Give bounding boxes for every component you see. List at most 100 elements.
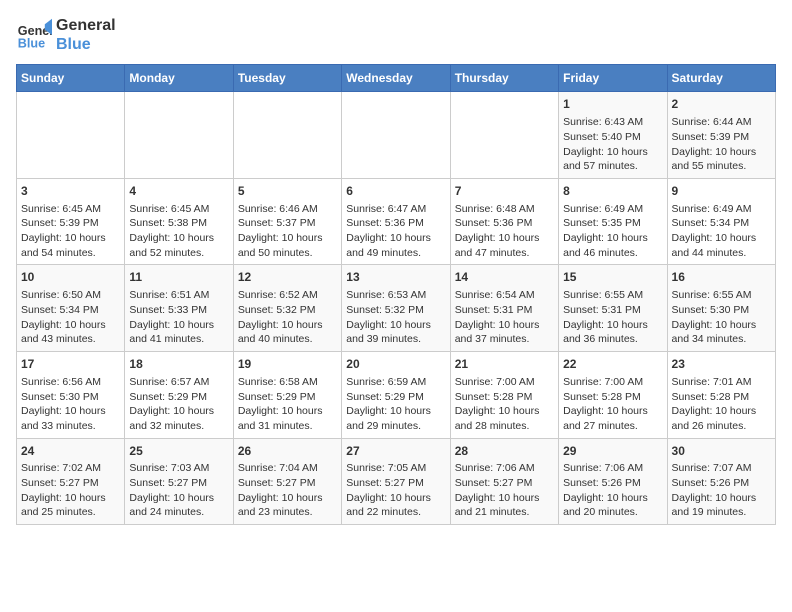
- day-info: Sunset: 5:27 PM: [129, 476, 228, 491]
- day-info: Sunrise: 6:49 AM: [672, 202, 771, 217]
- day-info: Daylight: 10 hours and 19 minutes.: [672, 491, 771, 520]
- day-info: Sunrise: 6:44 AM: [672, 115, 771, 130]
- day-number: 27: [346, 443, 445, 460]
- header-monday: Monday: [125, 65, 233, 92]
- day-info: Sunrise: 6:47 AM: [346, 202, 445, 217]
- day-info: Sunset: 5:27 PM: [238, 476, 337, 491]
- day-info: Sunrise: 7:07 AM: [672, 461, 771, 476]
- calendar-table: SundayMondayTuesdayWednesdayThursdayFrid…: [16, 64, 776, 525]
- day-info: Sunset: 5:34 PM: [672, 216, 771, 231]
- day-info: Sunrise: 6:58 AM: [238, 375, 337, 390]
- day-info: Sunset: 5:26 PM: [563, 476, 662, 491]
- day-info: Daylight: 10 hours and 55 minutes.: [672, 145, 771, 174]
- svg-text:Blue: Blue: [18, 37, 45, 51]
- week-row-3: 10Sunrise: 6:50 AMSunset: 5:34 PMDayligh…: [17, 265, 776, 352]
- day-info: Daylight: 10 hours and 49 minutes.: [346, 231, 445, 260]
- day-number: 5: [238, 183, 337, 200]
- week-row-2: 3Sunrise: 6:45 AMSunset: 5:39 PMDaylight…: [17, 178, 776, 265]
- day-number: 30: [672, 443, 771, 460]
- day-info: Daylight: 10 hours and 24 minutes.: [129, 491, 228, 520]
- day-info: Sunrise: 6:45 AM: [21, 202, 120, 217]
- day-info: Daylight: 10 hours and 27 minutes.: [563, 404, 662, 433]
- day-info: Daylight: 10 hours and 29 minutes.: [346, 404, 445, 433]
- day-info: Sunrise: 7:02 AM: [21, 461, 120, 476]
- day-info: Daylight: 10 hours and 32 minutes.: [129, 404, 228, 433]
- calendar-cell: 17Sunrise: 6:56 AMSunset: 5:30 PMDayligh…: [17, 352, 125, 439]
- day-info: Daylight: 10 hours and 37 minutes.: [455, 318, 554, 347]
- day-number: 21: [455, 356, 554, 373]
- day-info: Sunrise: 6:51 AM: [129, 288, 228, 303]
- day-info: Sunrise: 6:55 AM: [672, 288, 771, 303]
- day-number: 16: [672, 269, 771, 286]
- day-number: 14: [455, 269, 554, 286]
- logo-icon: General Blue: [16, 17, 52, 53]
- day-info: Daylight: 10 hours and 23 minutes.: [238, 491, 337, 520]
- day-info: Sunrise: 6:52 AM: [238, 288, 337, 303]
- day-number: 19: [238, 356, 337, 373]
- day-info: Daylight: 10 hours and 33 minutes.: [21, 404, 120, 433]
- day-info: Sunrise: 7:04 AM: [238, 461, 337, 476]
- day-number: 20: [346, 356, 445, 373]
- calendar-cell: 5Sunrise: 6:46 AMSunset: 5:37 PMDaylight…: [233, 178, 341, 265]
- calendar-cell: 2Sunrise: 6:44 AMSunset: 5:39 PMDaylight…: [667, 92, 775, 179]
- day-info: Sunset: 5:32 PM: [346, 303, 445, 318]
- calendar-body: 1Sunrise: 6:43 AMSunset: 5:40 PMDaylight…: [17, 92, 776, 525]
- week-row-1: 1Sunrise: 6:43 AMSunset: 5:40 PMDaylight…: [17, 92, 776, 179]
- calendar-cell: 20Sunrise: 6:59 AMSunset: 5:29 PMDayligh…: [342, 352, 450, 439]
- day-number: 9: [672, 183, 771, 200]
- calendar-cell: 22Sunrise: 7:00 AMSunset: 5:28 PMDayligh…: [559, 352, 667, 439]
- header-wednesday: Wednesday: [342, 65, 450, 92]
- day-number: 15: [563, 269, 662, 286]
- day-info: Daylight: 10 hours and 46 minutes.: [563, 231, 662, 260]
- day-info: Sunrise: 6:59 AM: [346, 375, 445, 390]
- calendar-cell: 24Sunrise: 7:02 AMSunset: 5:27 PMDayligh…: [17, 438, 125, 525]
- calendar-cell: 14 Sunrise: 6:54 AMSunset: 5:31 PMDayligh…: [450, 265, 558, 352]
- day-info: Sunrise: 7:00 AM: [563, 375, 662, 390]
- day-info: Daylight: 10 hours and 20 minutes.: [563, 491, 662, 520]
- calendar-cell: 6Sunrise: 6:47 AMSunset: 5:36 PMDaylight…: [342, 178, 450, 265]
- calendar-cell: 27Sunrise: 7:05 AMSunset: 5:27 PMDayligh…: [342, 438, 450, 525]
- day-info: Sunset: 5:26 PM: [672, 476, 771, 491]
- day-info: Daylight: 10 hours and 34 minutes.: [672, 318, 771, 347]
- day-info: Sunset: 5:27 PM: [21, 476, 120, 491]
- day-info: Daylight: 10 hours and 43 minutes.: [21, 318, 120, 347]
- day-info: Daylight: 10 hours and 36 minutes.: [563, 318, 662, 347]
- calendar-cell: 19Sunrise: 6:58 AMSunset: 5:29 PMDayligh…: [233, 352, 341, 439]
- calendar-cell: [342, 92, 450, 179]
- calendar-cell: [125, 92, 233, 179]
- day-info: Daylight: 10 hours and 21 minutes.: [455, 491, 554, 520]
- calendar-cell: 30Sunrise: 7:07 AMSunset: 5:26 PMDayligh…: [667, 438, 775, 525]
- header-thursday: Thursday: [450, 65, 558, 92]
- calendar-cell: 7Sunrise: 6:48 AMSunset: 5:36 PMDaylight…: [450, 178, 558, 265]
- day-info: Sunset: 5:29 PM: [238, 390, 337, 405]
- day-info: Daylight: 10 hours and 22 minutes.: [346, 491, 445, 520]
- day-info: Sunrise: 6:54 AM: [455, 288, 554, 303]
- header-friday: Friday: [559, 65, 667, 92]
- day-info: Daylight: 10 hours and 39 minutes.: [346, 318, 445, 347]
- day-info: Sunset: 5:36 PM: [346, 216, 445, 231]
- day-info: Sunset: 5:35 PM: [563, 216, 662, 231]
- day-info: Sunrise: 6:49 AM: [563, 202, 662, 217]
- day-info: Sunset: 5:30 PM: [21, 390, 120, 405]
- calendar-cell: [450, 92, 558, 179]
- day-number: 8: [563, 183, 662, 200]
- day-info: Sunrise: 7:01 AM: [672, 375, 771, 390]
- day-number: 1: [563, 96, 662, 113]
- day-number: 24: [21, 443, 120, 460]
- day-number: 4: [129, 183, 228, 200]
- day-number: 10: [21, 269, 120, 286]
- day-info: Daylight: 10 hours and 28 minutes.: [455, 404, 554, 433]
- calendar-cell: [233, 92, 341, 179]
- day-info: Sunrise: 6:43 AM: [563, 115, 662, 130]
- day-number: 25: [129, 443, 228, 460]
- day-info: Sunset: 5:31 PM: [455, 303, 554, 318]
- day-info: Sunset: 5:28 PM: [563, 390, 662, 405]
- day-info: Daylight: 10 hours and 40 minutes.: [238, 318, 337, 347]
- calendar-cell: 11Sunrise: 6:51 AMSunset: 5:33 PMDayligh…: [125, 265, 233, 352]
- calendar-cell: 25Sunrise: 7:03 AMSunset: 5:27 PMDayligh…: [125, 438, 233, 525]
- calendar-cell: 4Sunrise: 6:45 AMSunset: 5:38 PMDaylight…: [125, 178, 233, 265]
- day-info: Daylight: 10 hours and 47 minutes.: [455, 231, 554, 260]
- day-info: Sunset: 5:34 PM: [21, 303, 120, 318]
- page-header: General Blue General Blue: [16, 16, 776, 54]
- day-info: Sunrise: 6:46 AM: [238, 202, 337, 217]
